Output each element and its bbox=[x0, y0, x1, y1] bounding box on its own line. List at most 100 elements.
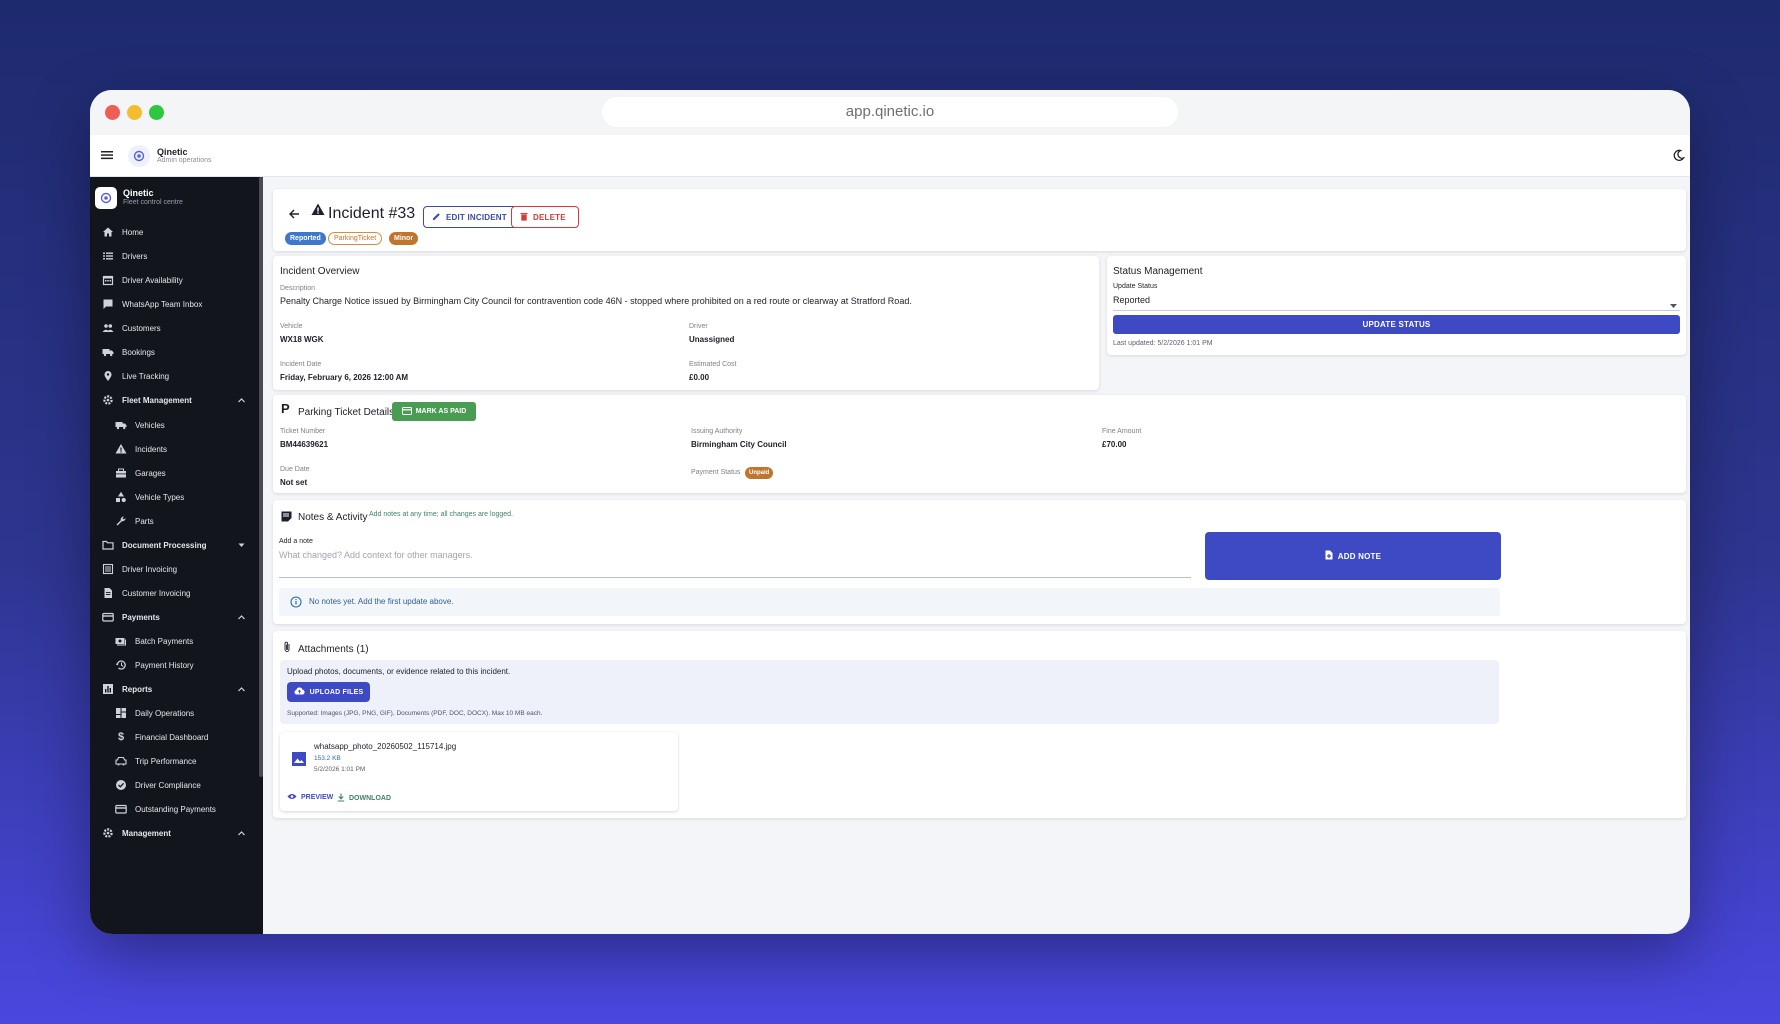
sidebar-item-driver-invoicing[interactable]: Driver Invoicing bbox=[90, 557, 259, 581]
dark-mode-icon[interactable] bbox=[1672, 149, 1686, 167]
gear-icon bbox=[101, 393, 115, 407]
edit-incident-button[interactable]: EDIT INCIDENT bbox=[423, 206, 519, 228]
app-logo-icon bbox=[128, 145, 150, 167]
ticket-number-value: BM44639621 bbox=[280, 440, 329, 449]
trash-icon bbox=[520, 212, 528, 223]
sidebar-item-trip-performance[interactable]: Trip Performance bbox=[90, 749, 259, 773]
card-icon bbox=[401, 406, 412, 417]
empty-notes-alert: No notes yet. Add the first update above… bbox=[279, 588, 1500, 616]
sidebar-item-label: Batch Payments bbox=[135, 636, 194, 646]
upload-intro: Upload photos, documents, or evidence re… bbox=[287, 667, 511, 676]
hamburger-menu-icon[interactable] bbox=[100, 148, 114, 162]
paperclip-icon bbox=[283, 640, 291, 658]
sidebar: Qinetic Fleet control centre Home Driver… bbox=[90, 177, 263, 934]
parking-title: Parking Ticket Details bbox=[298, 407, 395, 418]
fine-amount-value: £70.00 bbox=[1102, 440, 1127, 449]
sidebar-item-outstanding-payments[interactable]: Outstanding Payments bbox=[90, 797, 259, 821]
sidebar-item-vehicle-types[interactable]: Vehicle Types bbox=[90, 485, 259, 509]
add-note-input[interactable]: Add a note What changed? Add context for… bbox=[279, 535, 1191, 578]
sidebar-item-batch-payments[interactable]: Batch Payments bbox=[90, 629, 259, 653]
upload-files-button[interactable]: UPLOAD FILES bbox=[287, 682, 370, 702]
sidebar-item-live-tracking[interactable]: Live Tracking bbox=[90, 364, 259, 388]
history-icon bbox=[114, 658, 128, 672]
document-icon bbox=[101, 586, 115, 600]
sidebar-item-vehicles[interactable]: Vehicles bbox=[90, 413, 259, 437]
sidebar-item-driver-compliance[interactable]: Driver Compliance bbox=[90, 773, 259, 797]
back-arrow-icon[interactable] bbox=[288, 207, 300, 225]
estimated-cost-label: Estimated Cost bbox=[689, 361, 737, 368]
sidebar-item-home[interactable]: Home bbox=[90, 220, 259, 244]
payment-status-badge: Unpaid bbox=[745, 467, 774, 479]
sidebar-item-daily-operations[interactable]: Daily Operations bbox=[90, 701, 259, 725]
pencil-icon bbox=[432, 212, 441, 223]
brand-logo-icon bbox=[95, 187, 117, 209]
sidebar-item-customer-invoicing[interactable]: Customer Invoicing bbox=[90, 581, 259, 605]
sidebar-item-driver-availability[interactable]: Driver Availability bbox=[90, 268, 259, 292]
list-icon bbox=[101, 562, 115, 576]
preview-button[interactable]: PREVIEW bbox=[287, 793, 333, 802]
sidebar-item-garages[interactable]: Garages bbox=[90, 461, 259, 485]
description-label: Description bbox=[280, 285, 316, 292]
folder-icon bbox=[101, 538, 115, 552]
truck-icon bbox=[101, 345, 115, 359]
maximize-window-button[interactable] bbox=[149, 105, 164, 120]
sidebar-item-bookings[interactable]: Bookings bbox=[90, 340, 259, 364]
list-icon bbox=[101, 249, 115, 263]
incident-header: Incident #33 EDIT INCIDENT DELETE Report… bbox=[273, 189, 1686, 251]
sidebar-group-reports[interactable]: Reports bbox=[90, 677, 259, 701]
issuing-authority-label: Issuing Authority bbox=[691, 428, 743, 435]
verified-icon bbox=[114, 778, 128, 792]
sidebar-item-drivers[interactable]: Drivers bbox=[90, 244, 259, 268]
card-icon bbox=[101, 610, 115, 624]
chevron-up-icon bbox=[238, 829, 245, 838]
sidebar-item-whatsapp-inbox[interactable]: WhatsApp Team Inbox bbox=[90, 292, 259, 316]
mark-as-paid-button[interactable]: MARK AS PAID bbox=[392, 402, 476, 421]
sidebar-group-payments[interactable]: Payments bbox=[90, 605, 259, 629]
upload-zone[interactable]: Upload photos, documents, or evidence re… bbox=[280, 660, 1499, 724]
sidebar-item-label: Driver Compliance bbox=[135, 780, 201, 790]
sidebar-item-incidents[interactable]: Incidents bbox=[90, 437, 259, 461]
car-icon bbox=[114, 754, 128, 768]
image-file-icon bbox=[291, 751, 307, 772]
minimize-window-button[interactable] bbox=[127, 105, 142, 120]
add-note-button[interactable]: ADD NOTE bbox=[1205, 532, 1501, 580]
download-button[interactable]: DOWNLOAD bbox=[337, 793, 391, 804]
parking-icon: P bbox=[281, 401, 290, 416]
driver-label: Driver bbox=[689, 323, 708, 330]
sidebar-group-fleet-management[interactable]: Fleet Management bbox=[90, 388, 259, 412]
sidebar-item-label: Customers bbox=[122, 323, 161, 333]
cash-icon bbox=[114, 634, 128, 648]
attachment-file-card: whatsapp_photo_20260502_115714.jpg 153.2… bbox=[280, 732, 678, 811]
sidebar-item-label: Driver Invoicing bbox=[122, 564, 178, 574]
attachments-title: Attachments (1) bbox=[298, 644, 369, 655]
estimated-cost-value: £0.00 bbox=[689, 373, 710, 382]
dropdown-caret-icon bbox=[1670, 299, 1677, 312]
incident-overview-card: Incident Overview Description Penalty Ch… bbox=[273, 256, 1099, 390]
close-window-button[interactable] bbox=[105, 105, 120, 120]
note-add-icon bbox=[1325, 550, 1333, 562]
sidebar-group-management[interactable]: Management bbox=[90, 821, 259, 845]
app-bar: Qinetic Admin operations bbox=[90, 135, 1690, 177]
sidebar-item-financial-dashboard[interactable]: $ Financial Dashboard bbox=[90, 725, 259, 749]
due-date-label: Due Date bbox=[280, 466, 310, 473]
cloud-upload-icon bbox=[294, 687, 305, 697]
sidebar-item-label: Live Tracking bbox=[122, 371, 170, 381]
shapes-icon bbox=[114, 490, 128, 504]
sidebar-item-payment-history[interactable]: Payment History bbox=[90, 653, 259, 677]
update-status-button[interactable]: UPDATE STATUS bbox=[1113, 315, 1680, 334]
description-text: Penalty Charge Notice issued by Birmingh… bbox=[280, 296, 912, 306]
attachments-card: Attachments (1) Upload photos, documents… bbox=[273, 631, 1686, 818]
dashboard-icon bbox=[114, 706, 128, 720]
status-select[interactable]: Reported bbox=[1113, 294, 1680, 311]
delete-button[interactable]: DELETE bbox=[511, 206, 579, 228]
sidebar-item-label: Driver Availability bbox=[122, 275, 183, 285]
sidebar-item-label: Customer Invoicing bbox=[122, 588, 191, 598]
sidebar-group-document-processing[interactable]: Document Processing bbox=[90, 533, 259, 557]
supported-formats-text: Supported: Images (JPG, PNG, GIF), Docum… bbox=[287, 710, 543, 717]
sidebar-item-customers[interactable]: Customers bbox=[90, 316, 259, 340]
address-bar[interactable]: app.qinetic.io bbox=[602, 97, 1178, 127]
ticket-number-label: Ticket Number bbox=[280, 428, 326, 435]
sidebar-item-parts[interactable]: Parts bbox=[90, 509, 259, 533]
warning-icon bbox=[114, 442, 128, 456]
severity-badge: Minor bbox=[389, 232, 419, 245]
